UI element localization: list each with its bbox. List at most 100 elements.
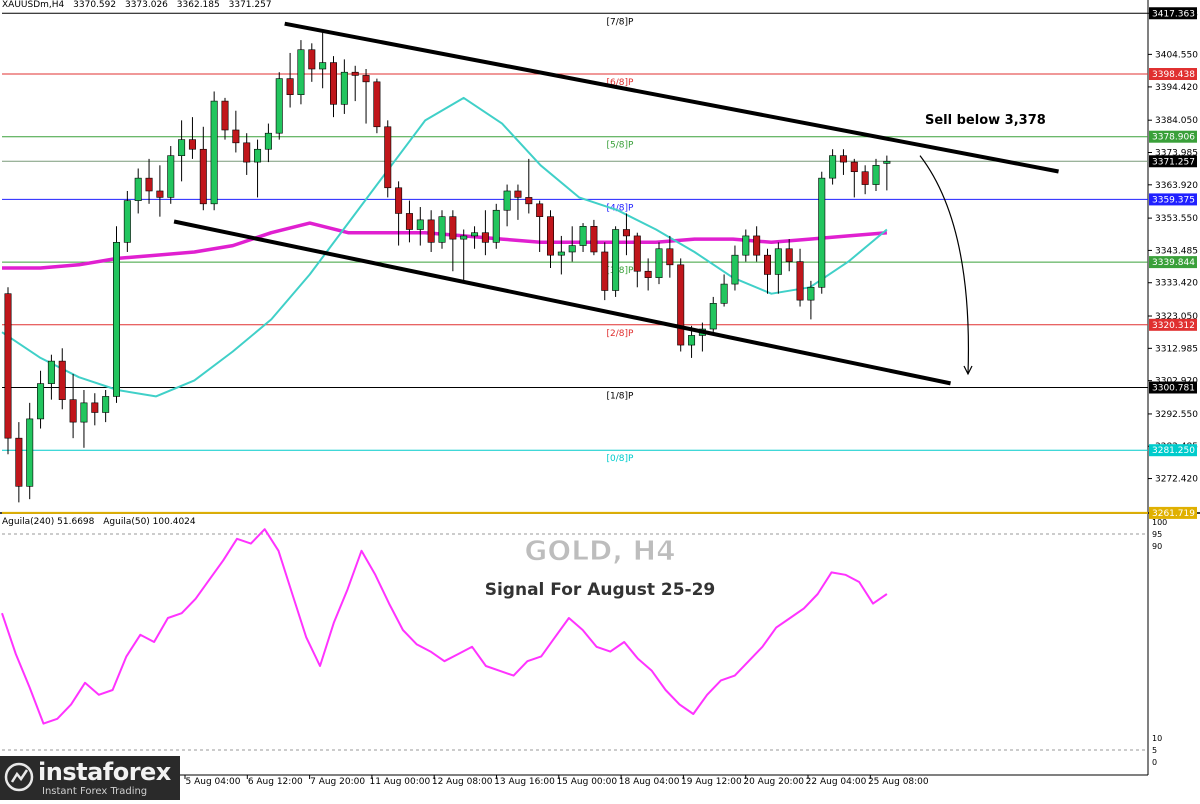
candle-body [525, 197, 533, 205]
candle-body [861, 171, 869, 185]
candle-body [145, 177, 153, 192]
murrey-price-label: 3281.250 [1152, 446, 1195, 456]
candle-body [807, 286, 815, 301]
candle-body [4, 293, 12, 439]
x-tick-label: 11 Aug 00:00 [370, 777, 431, 787]
close-value: 3371.257 [228, 0, 272, 10]
candle-body [102, 396, 110, 413]
candle-body [275, 78, 283, 134]
candle [655, 242, 663, 285]
candle-body [80, 402, 88, 423]
candle [612, 226, 620, 297]
murrey-price-label: 3359.375 [1152, 195, 1195, 205]
murrey-price-label: 3339.844 [1152, 258, 1195, 268]
y-tick-label: 3312.985 [1155, 344, 1198, 354]
candle-body [405, 213, 413, 230]
x-axis-labels: 5 Aug 04:00 6 Aug 12:00 7 Aug 20:00 11 Aug … [184, 775, 929, 787]
candle-body [720, 283, 728, 304]
candle-body [688, 335, 696, 346]
candle-body [178, 139, 186, 156]
candle-body [481, 232, 489, 243]
murrey-price-label: 3398.438 [1152, 70, 1195, 80]
murrey-price-label: 3417.363 [1152, 9, 1195, 19]
candle-body [134, 177, 142, 201]
candle-body [362, 75, 370, 83]
x-tick-label: 19 Aug 12:00 [681, 777, 742, 787]
sell-annotation: Sell below 3,378 [925, 113, 1046, 128]
murrey-price-label: 3300.781 [1152, 384, 1195, 394]
candle-body [340, 71, 348, 105]
candle-body [47, 360, 55, 384]
candle-body [796, 261, 804, 301]
logo-name: instaforex [38, 758, 171, 786]
candle [297, 40, 305, 105]
y-tick-label: 3404.550 [1155, 50, 1198, 60]
x-tick-label: 5 Aug 04:00 [186, 777, 241, 787]
low-value: 3362.185 [176, 0, 220, 10]
candle-body [601, 251, 609, 291]
candle [384, 120, 392, 198]
candle [113, 226, 121, 403]
candle-body [774, 248, 782, 275]
y-tick-label: 3384.050 [1155, 116, 1198, 126]
murrey-price-label: 3320.312 [1152, 321, 1195, 331]
x-tick-label: 18 Aug 04:00 [619, 777, 680, 787]
candle-body [731, 254, 739, 285]
overlay-subtitle: Signal For August 25-29 [485, 580, 716, 600]
candle-body [460, 235, 468, 240]
x-tick-label: 6 Aug 12:00 [248, 777, 303, 787]
candle-body [438, 216, 446, 243]
indicator-tick-label: 90 [1152, 542, 1162, 551]
candle-body [91, 402, 99, 413]
indicator-name-2: Aguila(50) 100.4024 [103, 517, 196, 527]
candle-body [232, 129, 240, 144]
candle-body [557, 251, 565, 256]
indicator-tick-label: 95 [1152, 530, 1162, 539]
x-tick-label: 7 Aug 20:00 [310, 777, 365, 787]
candle-body [622, 229, 630, 237]
indicator-tick-label: 100 [1152, 518, 1167, 527]
candle-body [286, 78, 294, 95]
candle-body [308, 49, 316, 70]
murrey-label: [0/8]P [607, 454, 635, 464]
chart-root: 3417.3633404.5503394.4203384.0503373.985… [0, 0, 1200, 800]
high-value: 3373.026 [124, 0, 168, 10]
open-value: 3370.592 [73, 0, 117, 10]
candle-body [58, 360, 66, 400]
candle-body [210, 100, 218, 205]
murrey-label: [2/8]P [607, 329, 635, 339]
candle-body [26, 418, 34, 487]
candle-body [373, 81, 381, 128]
logo-tagline: Instant Forex Trading [42, 786, 148, 797]
y-tick-label: 3292.550 [1155, 410, 1198, 420]
candle-body [883, 160, 891, 164]
candle-body [427, 219, 435, 243]
candle-body [384, 126, 392, 189]
indicator-tick-label: 0 [1152, 758, 1157, 767]
indicator-tick-label: 5 [1152, 746, 1157, 755]
candle-body [188, 139, 196, 150]
candle-body [416, 219, 424, 230]
murrey-label: [3/8]P [607, 266, 635, 276]
x-tick-label: 25 Aug 08:00 [868, 777, 929, 787]
candle-body [763, 254, 771, 275]
candle [677, 258, 685, 352]
brand-logo: instaforex Instant Forex Trading [0, 756, 180, 800]
candle-body [579, 225, 587, 246]
candle-body [15, 437, 23, 487]
candle-body [254, 148, 262, 163]
candle-body [492, 209, 500, 243]
x-tick-label: 15 Aug 00:00 [556, 777, 617, 787]
y-tick-label: 3353.550 [1155, 214, 1198, 224]
candle-body [503, 190, 511, 211]
candle-body [536, 203, 544, 217]
candle-body [471, 232, 479, 237]
y-tick-label: 3394.420 [1155, 83, 1198, 93]
candle-body [612, 229, 620, 291]
indicator-tick-label: 10 [1152, 734, 1162, 743]
candle-body [709, 303, 717, 330]
candle-body [753, 235, 761, 256]
candle [373, 78, 381, 134]
murrey-price-label: 3378.906 [1152, 133, 1195, 143]
candle-body [850, 161, 858, 173]
